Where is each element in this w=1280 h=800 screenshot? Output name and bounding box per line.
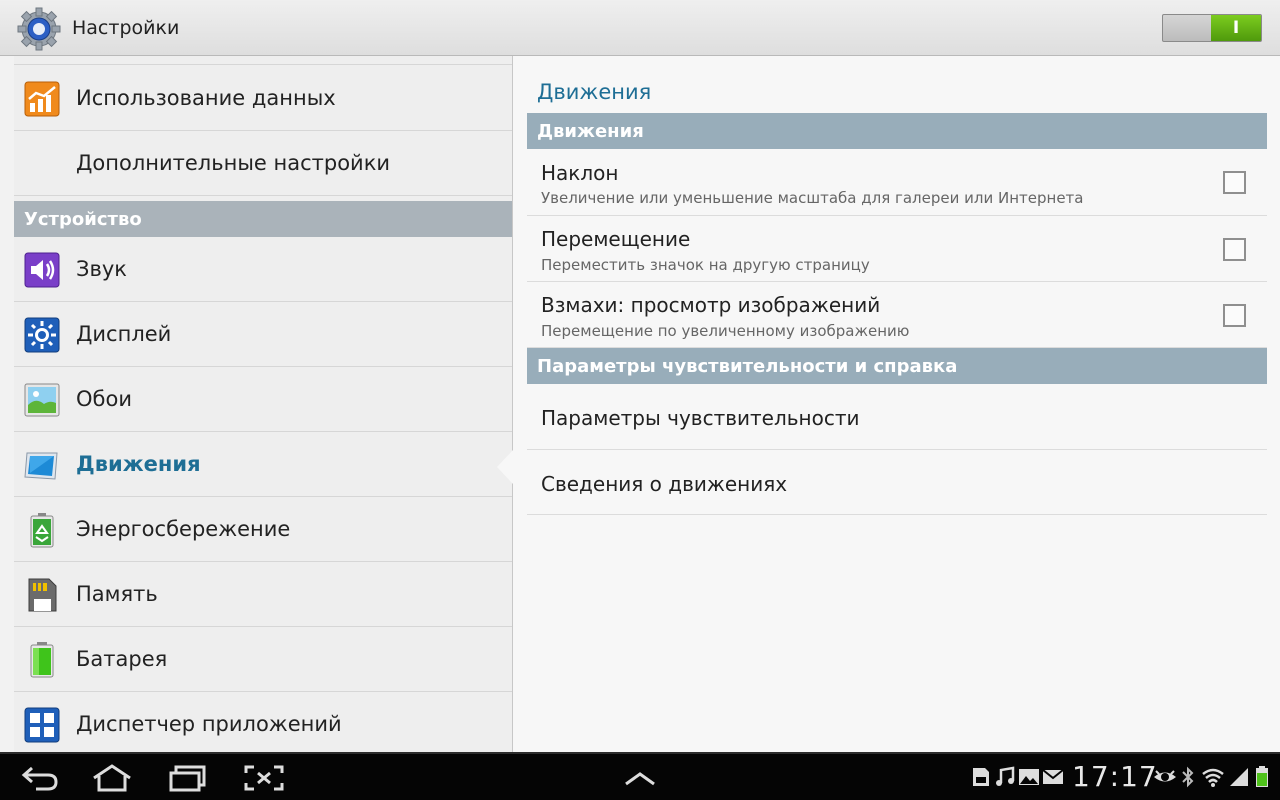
wifi-icon	[1202, 768, 1224, 787]
section-header-sensitivity-help: Параметры чувствительности и справка	[527, 348, 1267, 384]
option-subtitle: Переместить значок на другую страницу	[541, 256, 870, 274]
gallery-icon	[1019, 769, 1039, 785]
display-icon	[24, 317, 60, 353]
data-usage-icon	[24, 81, 60, 117]
sidebar-item-more-settings[interactable]: Дополнительные настройки	[14, 131, 512, 196]
wallpaper-icon	[24, 383, 60, 417]
sidebar-item-display[interactable]: Дисплей	[14, 302, 512, 367]
app-manager-icon	[24, 707, 60, 743]
motion-settings-panel: Движения Движения Наклон Увеличение или …	[512, 56, 1280, 752]
option-pan-to-browse[interactable]: Взмахи: просмотр изображений Перемещение…	[527, 282, 1267, 348]
battery-status-icon	[1256, 766, 1268, 787]
sound-icon	[24, 252, 60, 288]
sidebar-item-label: Диспетчер приложений	[76, 712, 342, 736]
sidebar-item-label: Движения	[76, 452, 201, 476]
sidebar-item-sound[interactable]: Звук	[14, 237, 512, 302]
master-toggle[interactable]: I	[1162, 14, 1262, 42]
home-icon[interactable]	[90, 764, 134, 792]
selection-pointer	[497, 450, 513, 484]
section-header-motion: Движения	[527, 113, 1267, 149]
sidebar-top-divider	[14, 56, 512, 65]
recent-apps-icon[interactable]	[166, 764, 210, 792]
sidebar-item-label: Обои	[76, 387, 132, 411]
clock: 17:17	[1072, 760, 1158, 793]
sidebar-item-label: Использование данных	[76, 86, 336, 110]
option-title: Наклон	[541, 161, 619, 185]
bluetooth-icon	[1182, 766, 1194, 788]
motion-icon	[24, 452, 58, 480]
toggle-on-label: I	[1211, 15, 1261, 41]
sidebar-item-app-manager[interactable]: Диспетчер приложений	[14, 692, 512, 752]
sidebar-item-storage[interactable]: Память	[14, 562, 512, 627]
link-about-motion[interactable]: Сведения о движениях	[527, 450, 1267, 515]
settings-sidebar: Использование данных Дополнительные наст…	[14, 56, 512, 752]
sidebar-item-label: Дисплей	[76, 322, 172, 346]
app-title: Настройки	[72, 17, 180, 39]
storage-icon	[28, 578, 57, 612]
option-title: Перемещение	[541, 227, 691, 251]
option-subtitle: Увеличение или уменьшение масштаба для г…	[541, 189, 1084, 207]
back-icon[interactable]	[18, 764, 62, 792]
sidebar-item-label: Дополнительные настройки	[76, 151, 391, 175]
up-arrow-icon[interactable]	[618, 764, 662, 792]
music-icon	[996, 766, 1015, 786]
option-tilt[interactable]: Наклон Увеличение или уменьшение масштаб…	[527, 149, 1267, 216]
sidebar-item-label: Звук	[76, 257, 127, 281]
system-bar: 17:17	[0, 752, 1280, 800]
link-title: Параметры чувствительности	[541, 406, 860, 430]
tilt-checkbox[interactable]	[1223, 171, 1246, 194]
smart-stay-icon	[1154, 770, 1176, 782]
screenshot-icon[interactable]	[242, 764, 286, 792]
sidebar-item-wallpaper[interactable]: Обои	[14, 367, 512, 432]
action-bar: Настройки I	[0, 0, 1280, 56]
sidebar-item-label: Память	[76, 582, 158, 606]
option-subtitle: Перемещение по увеличенному изображению	[541, 322, 910, 340]
sidebar-item-label: Батарея	[76, 647, 168, 671]
link-title: Сведения о движениях	[541, 472, 788, 496]
sidebar-item-battery[interactable]: Батарея	[14, 627, 512, 692]
sd-card-icon	[973, 768, 989, 786]
sidebar-item-motion[interactable]: Движения	[14, 432, 512, 497]
signal-icon	[1230, 768, 1248, 786]
option-title: Взмахи: просмотр изображений	[541, 293, 881, 317]
sidebar-item-power-saving[interactable]: Энергосбережение	[14, 497, 512, 562]
link-sensitivity-settings[interactable]: Параметры чувствительности	[527, 384, 1267, 450]
power-saving-icon	[30, 513, 54, 548]
option-pan[interactable]: Перемещение Переместить значок на другую…	[527, 216, 1267, 282]
page-title: Движения	[537, 80, 652, 104]
battery-icon	[30, 642, 54, 678]
sidebar-section-device: Устройство	[14, 201, 512, 237]
pan-browse-checkbox[interactable]	[1223, 304, 1246, 327]
sidebar-item-label: Энергосбережение	[76, 517, 291, 541]
settings-gear-icon[interactable]	[16, 6, 62, 52]
sidebar-item-data-usage[interactable]: Использование данных	[14, 66, 512, 131]
pan-checkbox[interactable]	[1223, 238, 1246, 261]
mail-icon	[1042, 769, 1064, 784]
